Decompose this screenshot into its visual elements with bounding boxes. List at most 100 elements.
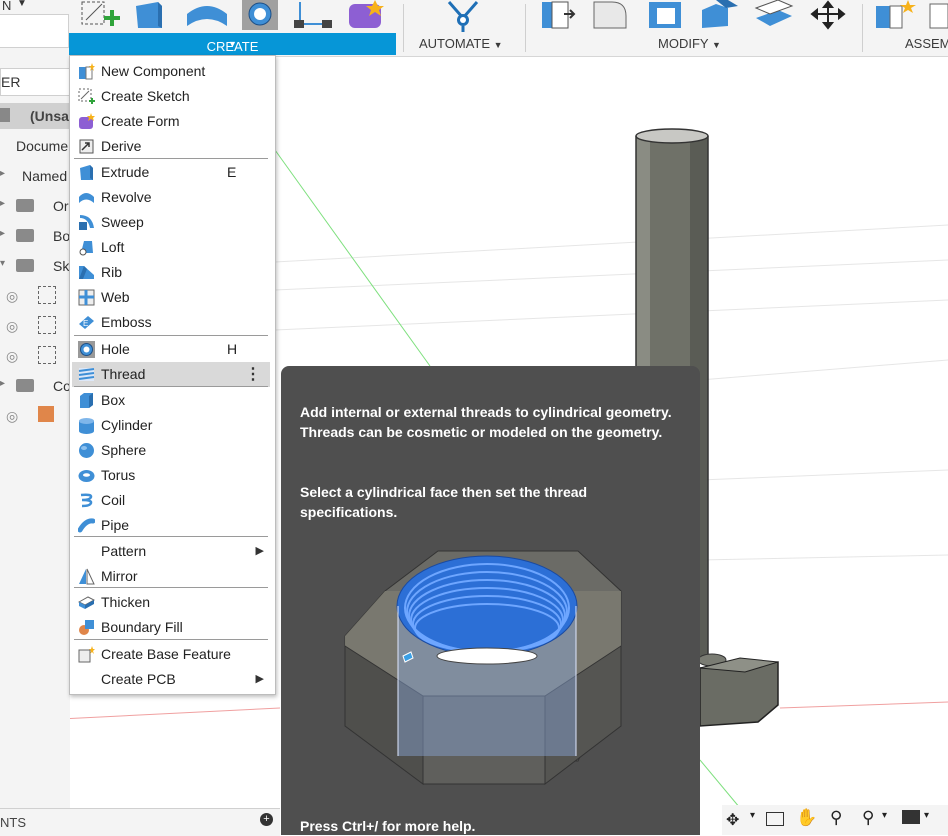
menu-item-shortcut: E [227,164,237,180]
modify-tab-label: MODIFY [658,36,709,51]
expand-arrow-icon[interactable]: ▸ [0,198,5,209]
menu-item-rib[interactable]: Rib [72,260,270,285]
expand-arrow-icon[interactable]: ▸ [0,168,5,179]
menu-item-mirror[interactable]: Mirror [72,564,270,589]
display-dropdown-icon[interactable]: ▾ [924,810,929,821]
extrude-tool-icon[interactable] [132,0,172,30]
bodies-node[interactable]: ▸ Bo [0,223,70,249]
sketch-item[interactable]: ◎ [0,283,70,309]
menu-separator [74,587,268,588]
visibility-eye-icon[interactable]: ◎ [6,348,18,365]
tooltip-description: Add internal or external threads to cyli… [300,404,672,440]
zoom-dropdown-icon[interactable]: ▾ [882,810,887,821]
menu-item-box[interactable]: Box [72,388,270,413]
look-at-icon[interactable] [766,812,784,826]
comments-bar[interactable]: NTS + [0,808,280,836]
body-item[interactable]: ◎ [0,403,70,429]
menu-item-create-base-feature[interactable]: Create Base Feature [72,642,270,667]
modify-menu-tab[interactable]: MODIFY ▼ [658,36,721,51]
menu-item-label: Loft [101,239,125,255]
menu-item-create-form[interactable]: Create Form [72,109,270,134]
menu-item-boundary-fill[interactable]: Boundary Fill [72,615,270,640]
display-settings-icon[interactable] [902,810,920,824]
visibility-eye-icon[interactable]: ◎ [6,288,18,305]
shell-tool-icon[interactable] [698,0,742,30]
menu-item-torus[interactable]: Torus [72,463,270,488]
hole-tool-icon[interactable] [240,0,280,30]
automate-tool-icon[interactable] [443,0,483,32]
tooltip-help-hint: Press Ctrl+/ for more help. [300,818,476,834]
new-component-icon [78,63,95,80]
expand-arrow-icon[interactable]: ▸ [0,228,5,239]
thread-icon [78,366,95,383]
menu-item-label: Web [101,289,130,305]
fit-icon[interactable]: ⚲ [862,808,874,828]
create-menu-tab[interactable]: CREATE ▼ [69,33,396,55]
menu-item-revolve[interactable]: Revolve [72,185,270,210]
sketch-dimension-tool-icon[interactable] [292,0,336,30]
pan-icon[interactable]: ✋ [796,808,817,828]
assemble-menu-tab[interactable]: ASSEM [905,36,948,51]
workspace-switcher[interactable] [0,14,69,48]
revolve-tool-icon[interactable] [185,0,229,30]
menu-item-web[interactable]: Web [72,285,270,310]
workspace-dropdown-icon[interactable]: ▼ [17,0,27,9]
visibility-eye-icon[interactable]: ◎ [6,408,18,425]
thread-illustration [344,550,622,786]
add-comment-icon[interactable]: + [260,813,273,826]
menu-item-hole[interactable]: Hole H [72,337,270,362]
workspace-label[interactable]: N [2,0,11,13]
menu-item-derive[interactable]: Derive [72,134,270,159]
move-tool-icon[interactable] [806,0,850,30]
visibility-eye-icon[interactable]: ◎ [6,318,18,335]
menu-item-extrude[interactable]: Extrude E [72,160,270,185]
origin-node[interactable]: ▸ Or [0,193,70,219]
fillet-tool-icon[interactable] [590,0,632,30]
menu-item-new-component[interactable]: New Component [72,59,270,84]
menu-item-create-sketch[interactable]: Create Sketch [72,84,270,109]
menu-item-pipe[interactable]: Pipe [72,513,270,538]
press-pull-tool-icon[interactable] [538,0,580,30]
joint-tool-icon[interactable] [926,0,948,30]
menu-item-create-pcb[interactable]: Create PCB ▶ [72,667,270,692]
sketch-item[interactable]: ◎ [0,343,70,369]
sweep-icon [78,214,95,231]
create-sketch-tool-icon[interactable] [78,0,122,30]
named-views-label: Named [22,168,68,184]
more-options-icon[interactable]: ⋮ [245,364,261,384]
menu-item-sweep[interactable]: Sweep [72,210,270,235]
new-component-tool-icon[interactable] [872,0,918,30]
menu-item-thread[interactable]: Thread ⋮ [72,362,270,387]
nut-base-body[interactable] [697,653,779,727]
sketch-item[interactable]: ◎ [0,313,70,339]
automate-menu-tab[interactable]: AUTOMATE ▼ [419,36,503,51]
chamfer-tool-icon[interactable] [645,0,687,30]
combine-tool-icon[interactable] [752,0,796,30]
menu-item-thicken[interactable]: Thicken [72,590,270,615]
document-settings-node[interactable]: Docume [0,133,70,159]
expand-arrow-icon[interactable]: ▾ [0,258,5,269]
component-icon [0,108,10,122]
menu-item-label: Mirror [101,568,138,584]
construction-node[interactable]: ▸ Co [0,373,70,399]
menu-item-loft[interactable]: Loft [72,235,270,260]
browser-root-node[interactable]: (Unsa [0,103,70,129]
create-form-tool-icon[interactable] [345,0,389,30]
menu-item-sphere[interactable]: Sphere [72,438,270,463]
menu-item-pattern[interactable]: Pattern ▶ [72,539,270,564]
sketches-node[interactable]: ▾ Sk [0,253,70,279]
zoom-icon[interactable]: ⚲ [830,808,842,828]
menu-separator [74,386,268,387]
menu-item-label: Sweep [101,214,144,230]
menu-item-emboss[interactable]: E Emboss [72,310,270,335]
orbit-dropdown-icon[interactable]: ▾ [750,810,755,821]
expand-arrow-icon[interactable]: ▸ [0,378,5,389]
menu-item-label: Emboss [101,314,152,330]
automate-tab-label: AUTOMATE [419,36,491,51]
coil-icon [78,492,95,509]
orbit-icon[interactable]: ✥ [726,810,739,830]
menu-item-coil[interactable]: Coil [72,488,270,513]
named-views-node[interactable]: ▸ Named [0,163,70,189]
menu-item-label: Create PCB [101,671,176,687]
menu-item-cylinder[interactable]: Cylinder [72,413,270,438]
